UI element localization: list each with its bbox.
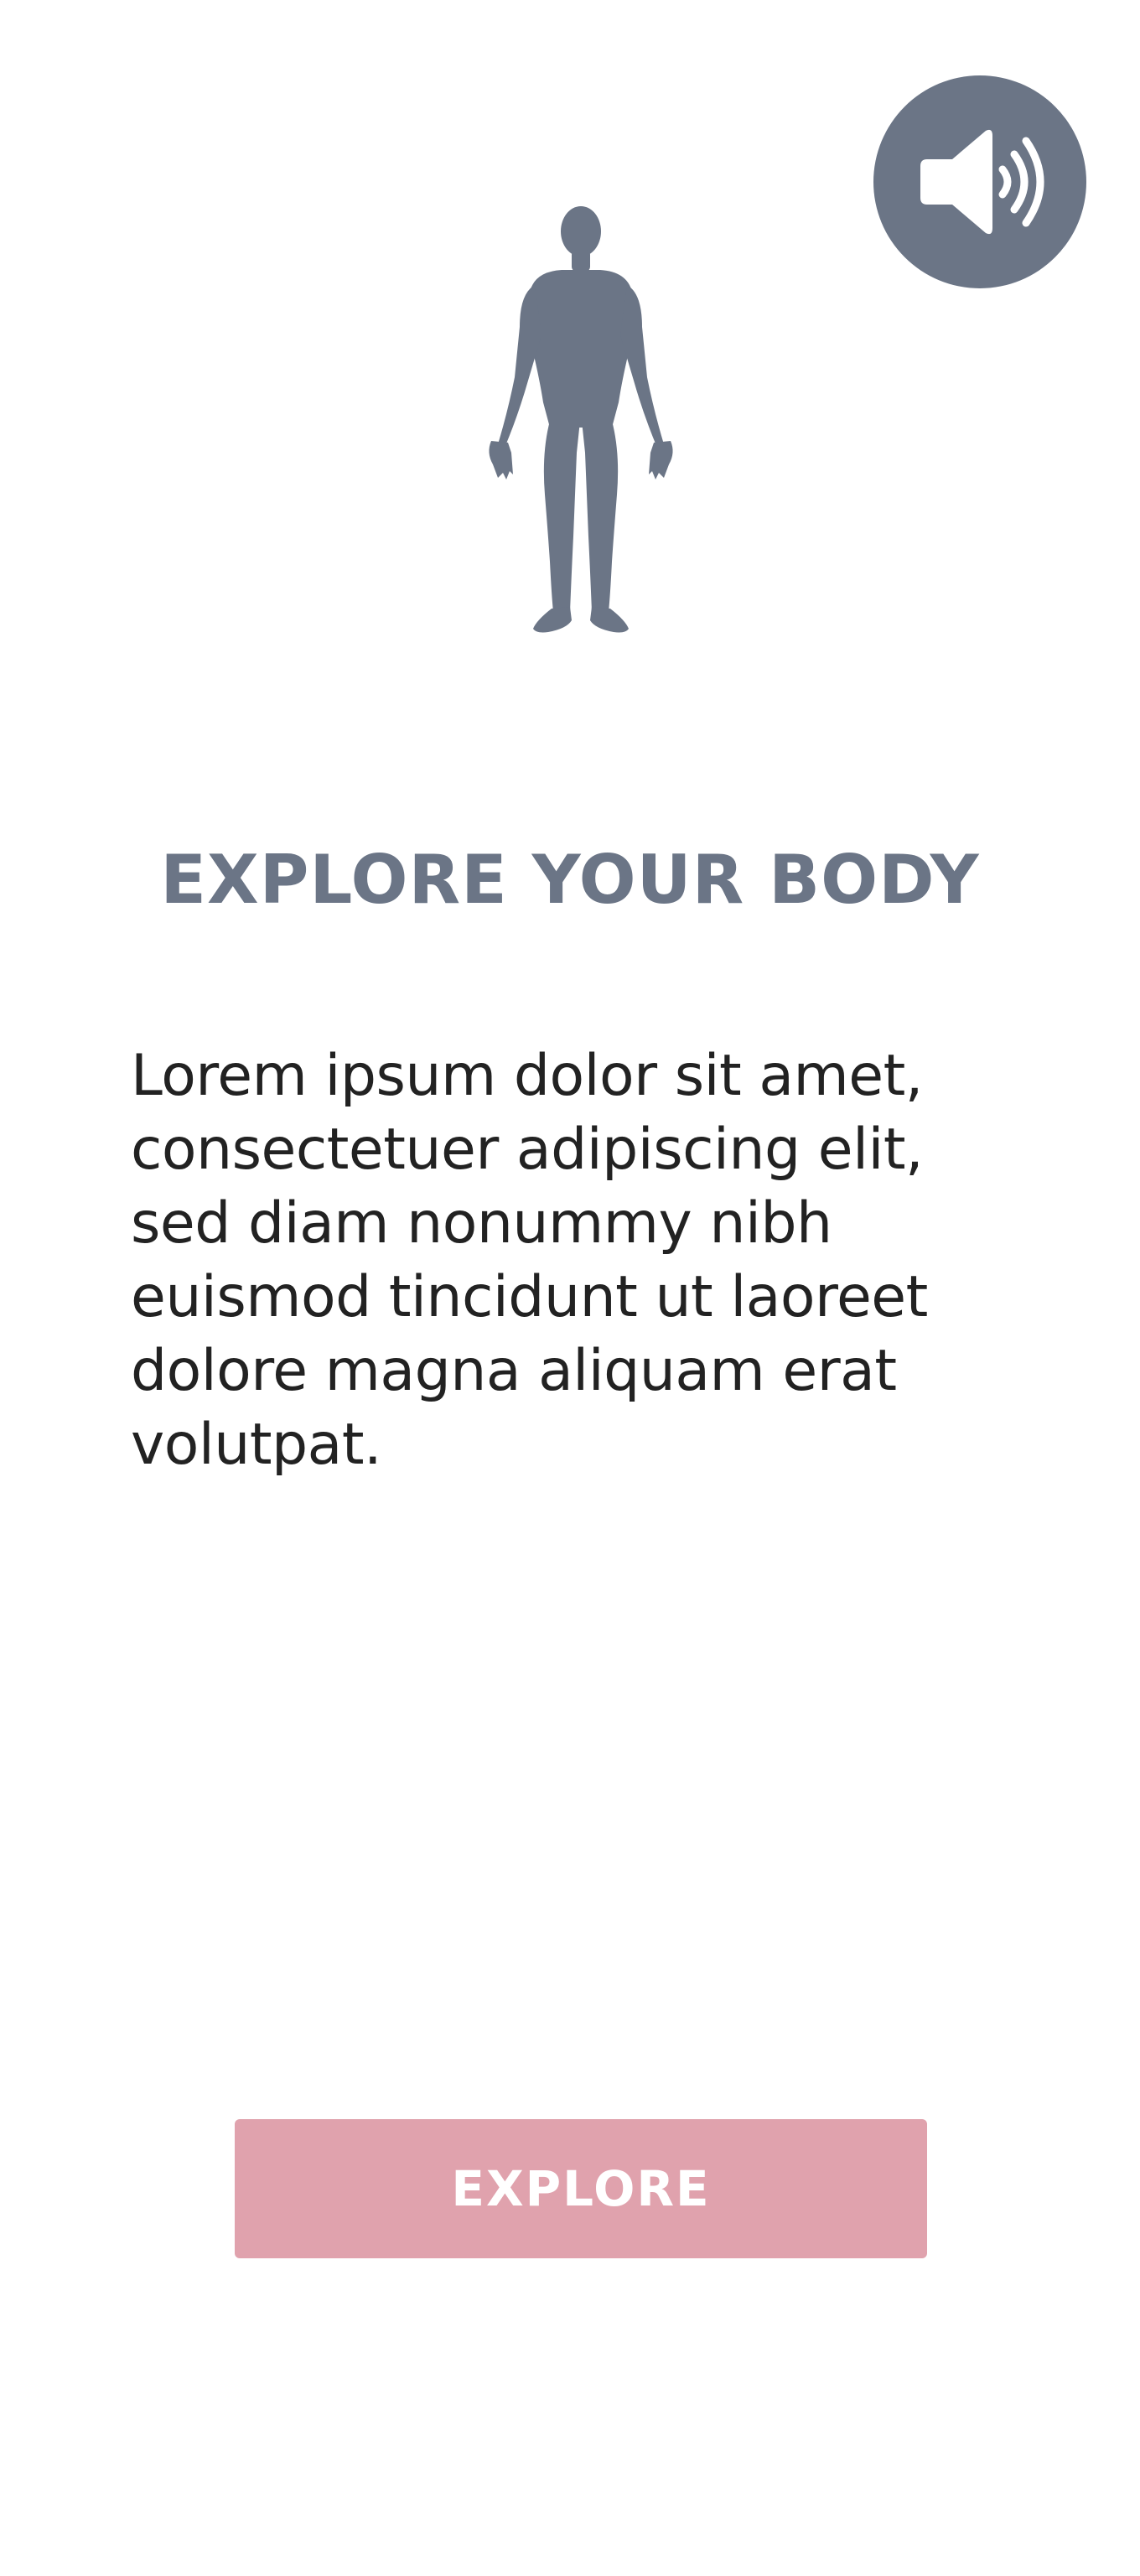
description-text: Lorem ipsum dolor sit amet, consectetuer… [131,1043,928,1478]
explore-button[interactable]: EXPLORE [235,2119,927,2258]
speaker-volume-icon [920,129,1044,235]
human-body-icon [486,201,676,637]
sound-toggle-button[interactable] [873,75,1086,288]
page-title: EXPLORE YOUR BODY [160,841,980,919]
